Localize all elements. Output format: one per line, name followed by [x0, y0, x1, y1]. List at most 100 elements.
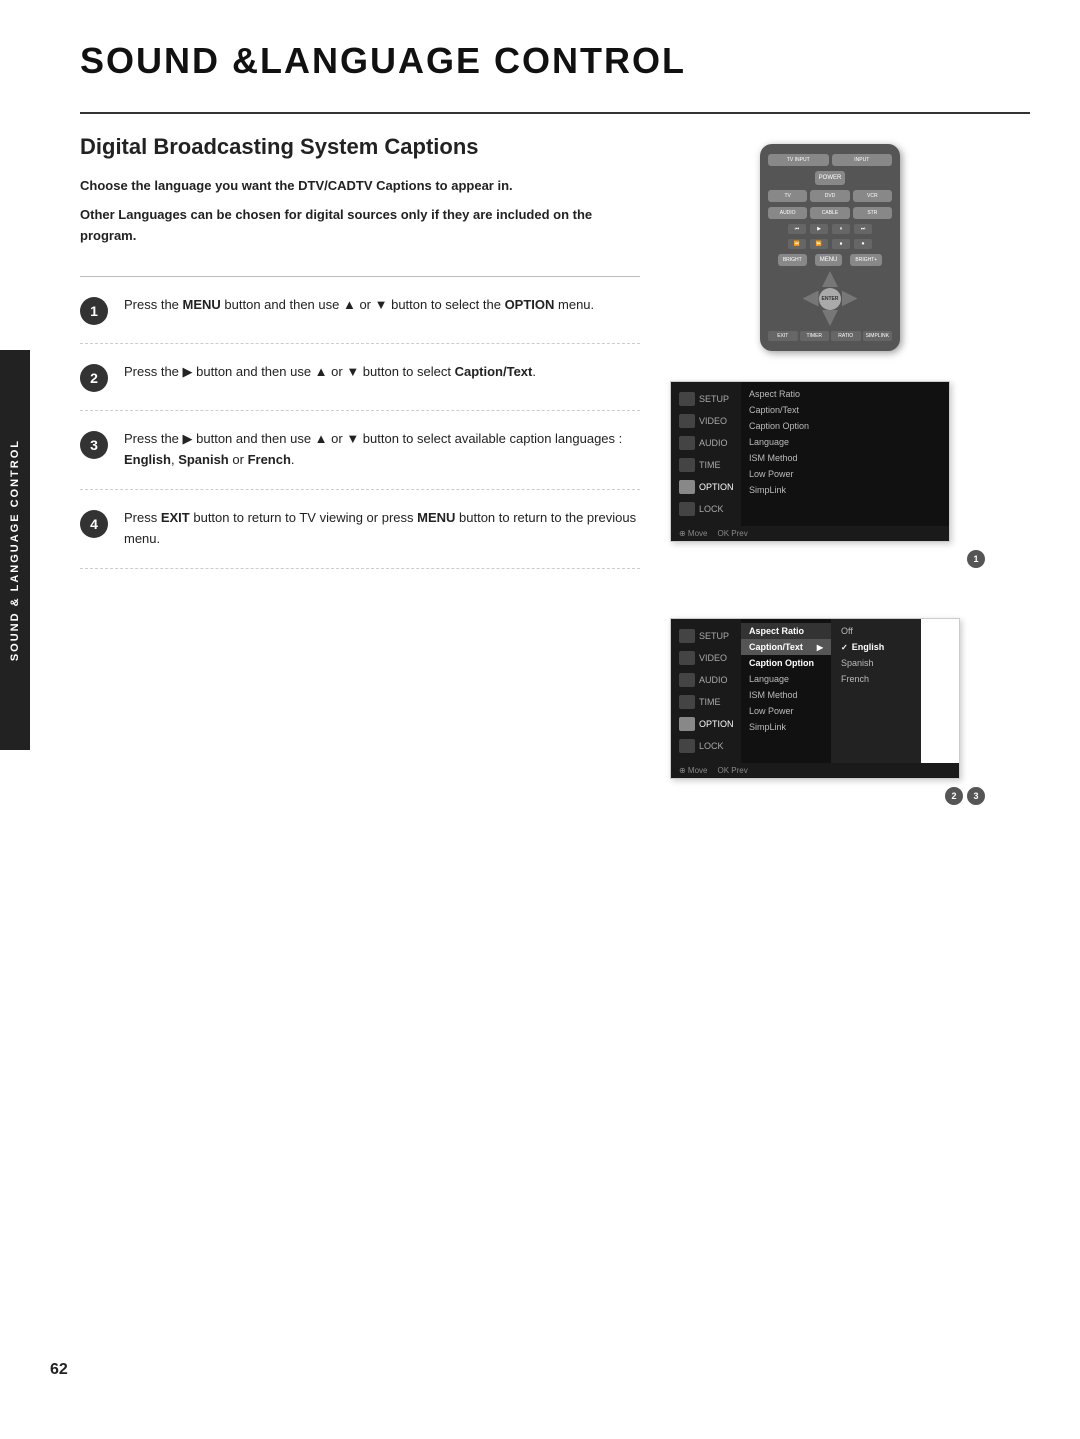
step-number-1: 1: [80, 297, 108, 325]
submenu-off: Off: [831, 623, 921, 639]
menu-submenu: Off English Spanish French: [831, 619, 921, 763]
remote-mode-row: TV DVD VCR: [768, 190, 892, 202]
menu-sidebar-option: OPTION: [671, 476, 741, 498]
menu-item-low-power-2: Low Power: [741, 703, 831, 719]
menu-sidebar-1: SETUP VIDEO AUDIO: [671, 382, 741, 526]
audio-icon-2: [679, 673, 695, 687]
ratio-button[interactable]: RATIO: [831, 331, 861, 341]
fwd-button[interactable]: ⏭: [854, 224, 872, 234]
step-badge-1: 1: [967, 550, 985, 568]
vcr-button[interactable]: VCR: [853, 190, 892, 202]
intro-text-1: Choose the language you want the DTV/CAD…: [80, 176, 640, 197]
remote-playback-row2: ⏪ ⏩ ⏹ ⏺: [768, 239, 892, 249]
bright-button[interactable]: BRIGHT: [778, 254, 807, 266]
section-heading: Digital Broadcasting System Captions: [80, 134, 640, 160]
menu-item-simplink-2: SimpLink: [741, 719, 831, 735]
submenu-english: English: [831, 639, 921, 655]
remote-dpad: ENTER: [768, 271, 892, 326]
dpad-right[interactable]: [842, 291, 858, 307]
enter-button[interactable]: ENTER: [819, 288, 841, 310]
menu-item-aspect-ratio: Aspect Ratio: [741, 386, 949, 402]
menu-main-2: Aspect Ratio Caption/Text ▶ Caption Opti…: [741, 619, 831, 763]
time-icon-2: [679, 695, 695, 709]
input-button[interactable]: INPUT: [832, 154, 893, 166]
menu-item-caption-option: Caption Option: [741, 418, 949, 434]
step-text-1: Press the MENU button and then use ▲ or …: [124, 295, 594, 316]
menu-footer-1: ⊕ Move OK Prev: [671, 526, 949, 541]
page-number: 62: [50, 1361, 68, 1379]
menu-item-language: Language: [741, 434, 949, 450]
play-button[interactable]: ▶: [810, 224, 828, 234]
rew-button[interactable]: ⏮: [788, 224, 806, 234]
menu-sidebar-2: SETUP VIDEO AUDIO: [671, 619, 741, 763]
audio-icon: [679, 436, 695, 450]
menu-screenshot-2: SETUP VIDEO AUDIO: [670, 618, 990, 805]
bright2-button[interactable]: BRIGHT+: [850, 254, 882, 266]
step-text-2: Press the ▶ button and then use ▲ or ▼ b…: [124, 362, 536, 383]
dvd-button[interactable]: DVD: [810, 190, 849, 202]
menu-footer-2: ⊕ Move OK Prev: [671, 763, 959, 778]
badge-row-1: 1: [670, 550, 990, 568]
right-column: TV INPUT INPUT POWER TV DVD VCR: [670, 134, 990, 825]
lock-icon-2: [679, 739, 695, 753]
stop-button[interactable]: ⏹: [832, 239, 850, 249]
top-divider: [80, 112, 1030, 114]
exit-button[interactable]: EXIT: [768, 331, 798, 341]
menu-sidebar-audio-2: AUDIO: [671, 669, 741, 691]
menu-sidebar-video-2: VIDEO: [671, 647, 741, 669]
option-icon-2: [679, 717, 695, 731]
menu-sidebar-setup: SETUP: [671, 388, 741, 410]
sidebar-label: SOUND & LANGUAGE CONTROL: [0, 350, 30, 750]
dpad-left[interactable]: [803, 291, 819, 307]
rec-button[interactable]: ⏺: [854, 239, 872, 249]
remote-control: TV INPUT INPUT POWER TV DVD VCR: [760, 144, 900, 351]
remote-bottom-row: EXIT TIMER RATIO SIMPLINK: [768, 331, 892, 341]
dpad-down[interactable]: [822, 310, 838, 326]
step-number-2: 2: [80, 364, 108, 392]
menu-item-aspect-ratio-2: Aspect Ratio: [741, 623, 831, 639]
tv-input-button[interactable]: TV INPUT: [768, 154, 829, 166]
pause-button[interactable]: ⏸: [832, 224, 850, 234]
menu-item-language-2: Language: [741, 671, 831, 687]
skip-back-button[interactable]: ⏪: [788, 239, 806, 249]
menu-item-ism: ISM Method: [741, 450, 949, 466]
tv-button[interactable]: TV: [768, 190, 807, 202]
submenu-french: French: [831, 671, 921, 687]
lock-icon: [679, 502, 695, 516]
audio-button[interactable]: AUDIO: [768, 207, 807, 219]
str-button[interactable]: STR: [853, 207, 892, 219]
remote-menu-row: BRIGHT MENU BRIGHT+: [768, 254, 892, 266]
step-badge-2: 2: [945, 787, 963, 805]
menu-sidebar-video: VIDEO: [671, 410, 741, 432]
menu-sidebar-audio: AUDIO: [671, 432, 741, 454]
menu-sidebar-setup-2: SETUP: [671, 625, 741, 647]
badge-row-2: 2 3: [670, 787, 990, 805]
menu-item-caption-option-2: Caption Option: [741, 655, 831, 671]
page-title: SOUND &LANGUAGE CONTROL: [80, 40, 1030, 82]
cable-button[interactable]: CABLE: [810, 207, 849, 219]
menu-item-caption-text: Caption/Text: [741, 402, 949, 418]
menu-sidebar-option-2: OPTION: [671, 713, 741, 735]
step-text-3: Press the ▶ button and then use ▲ or ▼ b…: [124, 429, 640, 471]
step-number-4: 4: [80, 510, 108, 538]
timer-button[interactable]: TIMER: [800, 331, 830, 341]
setup-icon: [679, 392, 695, 406]
menu-box-1: SETUP VIDEO AUDIO: [670, 381, 950, 542]
skip-fwd-button[interactable]: ⏩: [810, 239, 828, 249]
remote-source-row: AUDIO CABLE STR: [768, 207, 892, 219]
simplink-button[interactable]: SIMPLINK: [863, 331, 893, 341]
left-column: Digital Broadcasting System Captions Cho…: [80, 134, 640, 825]
menu-button[interactable]: MENU: [815, 254, 843, 266]
remote-power-row: POWER: [768, 171, 892, 185]
menu-screenshot-1: SETUP VIDEO AUDIO: [670, 381, 990, 568]
menu-item-low-power: Low Power: [741, 466, 949, 482]
step-2: 2 Press the ▶ button and then use ▲ or ▼…: [80, 344, 640, 411]
step-badge-3: 3: [967, 787, 985, 805]
dpad-up[interactable]: [822, 271, 838, 287]
remote-container: TV INPUT INPUT POWER TV DVD VCR: [670, 144, 990, 351]
time-icon: [679, 458, 695, 472]
submenu-spanish: Spanish: [831, 655, 921, 671]
menu-sidebar-lock: LOCK: [671, 498, 741, 520]
power-button[interactable]: POWER: [815, 171, 846, 185]
menu-sidebar-lock-2: LOCK: [671, 735, 741, 757]
